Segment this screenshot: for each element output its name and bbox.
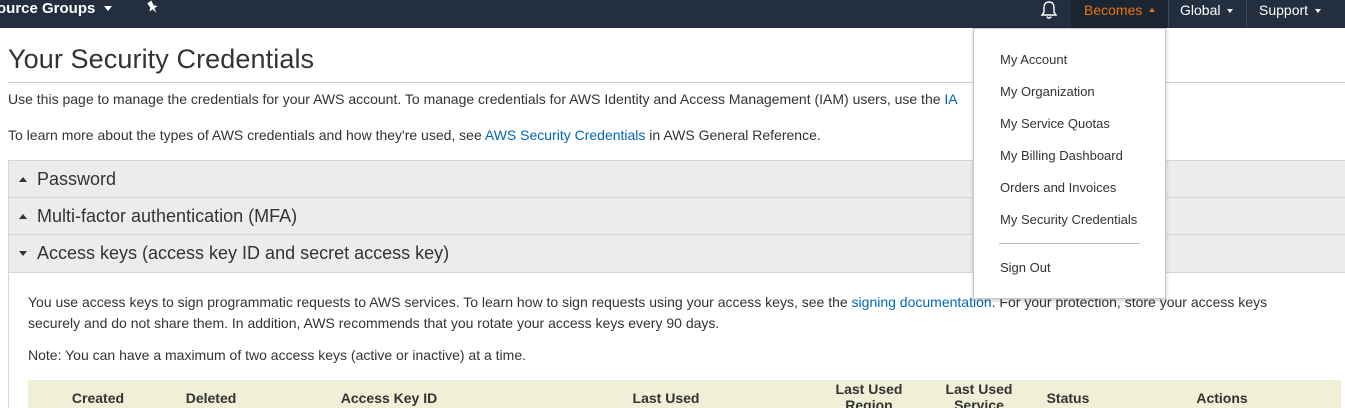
- access-keys-desc-prefix: You use access keys to sign programmatic…: [28, 294, 852, 310]
- resource-groups-label: ource Groups: [0, 0, 96, 17]
- iam-console-link[interactable]: IA: [944, 91, 957, 107]
- chevron-down-icon: [1315, 9, 1322, 13]
- menu-item-orders-and-invoices[interactable]: Orders and Invoices: [1000, 180, 1116, 195]
- access-keys-table-header: Created Deleted Access Key ID Last Used …: [28, 380, 1341, 408]
- column-header-deleted[interactable]: Deleted: [171, 390, 251, 406]
- column-header-access-key-id[interactable]: Access Key ID: [309, 390, 469, 406]
- account-menu[interactable]: Becomes: [1071, 0, 1168, 28]
- region-menu[interactable]: Global: [1180, 0, 1234, 28]
- resource-groups-menu[interactable]: ource Groups: [0, 0, 113, 28]
- column-header-actions[interactable]: Actions: [1162, 390, 1282, 406]
- menu-item-my-security-credentials[interactable]: My Security Credentials: [1000, 212, 1137, 227]
- nav-divider: [1246, 0, 1247, 28]
- nav-divider: [1168, 0, 1169, 28]
- menu-item-my-billing-dashboard[interactable]: My Billing Dashboard: [1000, 148, 1123, 163]
- learn-more-paragraph: To learn more about the types of AWS cre…: [8, 127, 821, 143]
- account-dropdown-menu: My Account My Organization My Service Qu…: [973, 28, 1166, 299]
- collapse-arrow-icon: [19, 213, 27, 219]
- column-header-last-used-region[interactable]: Last Used Region: [819, 381, 919, 408]
- signing-documentation-link[interactable]: signing documentation: [852, 294, 992, 310]
- column-header-last-used[interactable]: Last Used: [596, 390, 736, 406]
- account-menu-label: Becomes: [1084, 2, 1143, 18]
- support-menu[interactable]: Support: [1259, 0, 1322, 28]
- chevron-down-icon: [104, 6, 113, 11]
- section-password-label: Password: [37, 168, 117, 189]
- menu-item-my-account[interactable]: My Account: [1000, 52, 1067, 67]
- chevron-down-icon: [1227, 9, 1234, 13]
- bell-icon[interactable]: [1039, 0, 1059, 20]
- section-mfa-label: Multi-factor authentication (MFA): [37, 205, 298, 226]
- learn-more-suffix: in AWS General Reference.: [645, 127, 821, 143]
- page-title: Your Security Credentials: [8, 44, 315, 74]
- column-header-status[interactable]: Status: [1028, 390, 1108, 406]
- access-keys-desc-line2: securely and do not share them. In addit…: [28, 315, 720, 331]
- menu-divider: [999, 243, 1140, 244]
- chevron-up-icon: [1149, 8, 1156, 12]
- learn-more-prefix: To learn more about the types of AWS cre…: [8, 127, 485, 143]
- aws-security-credentials-link[interactable]: AWS Security Credentials: [485, 127, 646, 143]
- intro-text: Use this page to manage the credentials …: [8, 91, 945, 107]
- column-header-created[interactable]: Created: [58, 390, 138, 406]
- access-keys-note: Note: You can have a maximum of two acce…: [28, 347, 526, 363]
- top-nav-bar: ource Groups Becomes Global Support: [0, 0, 1345, 28]
- intro-paragraph: Use this page to manage the credentials …: [8, 91, 958, 107]
- section-access-keys-label: Access keys (access key ID and secret ac…: [37, 243, 450, 263]
- region-menu-label: Global: [1180, 2, 1221, 18]
- support-menu-label: Support: [1259, 2, 1309, 18]
- column-header-last-used-service[interactable]: Last Used Service: [929, 381, 1029, 408]
- menu-item-my-service-quotas[interactable]: My Service Quotas: [1000, 116, 1110, 131]
- menu-item-sign-out[interactable]: Sign Out: [1000, 260, 1051, 275]
- pin-icon[interactable]: [145, 0, 161, 16]
- expand-arrow-icon: [19, 251, 27, 256]
- menu-item-my-organization[interactable]: My Organization: [1000, 84, 1095, 99]
- collapse-arrow-icon: [19, 176, 27, 182]
